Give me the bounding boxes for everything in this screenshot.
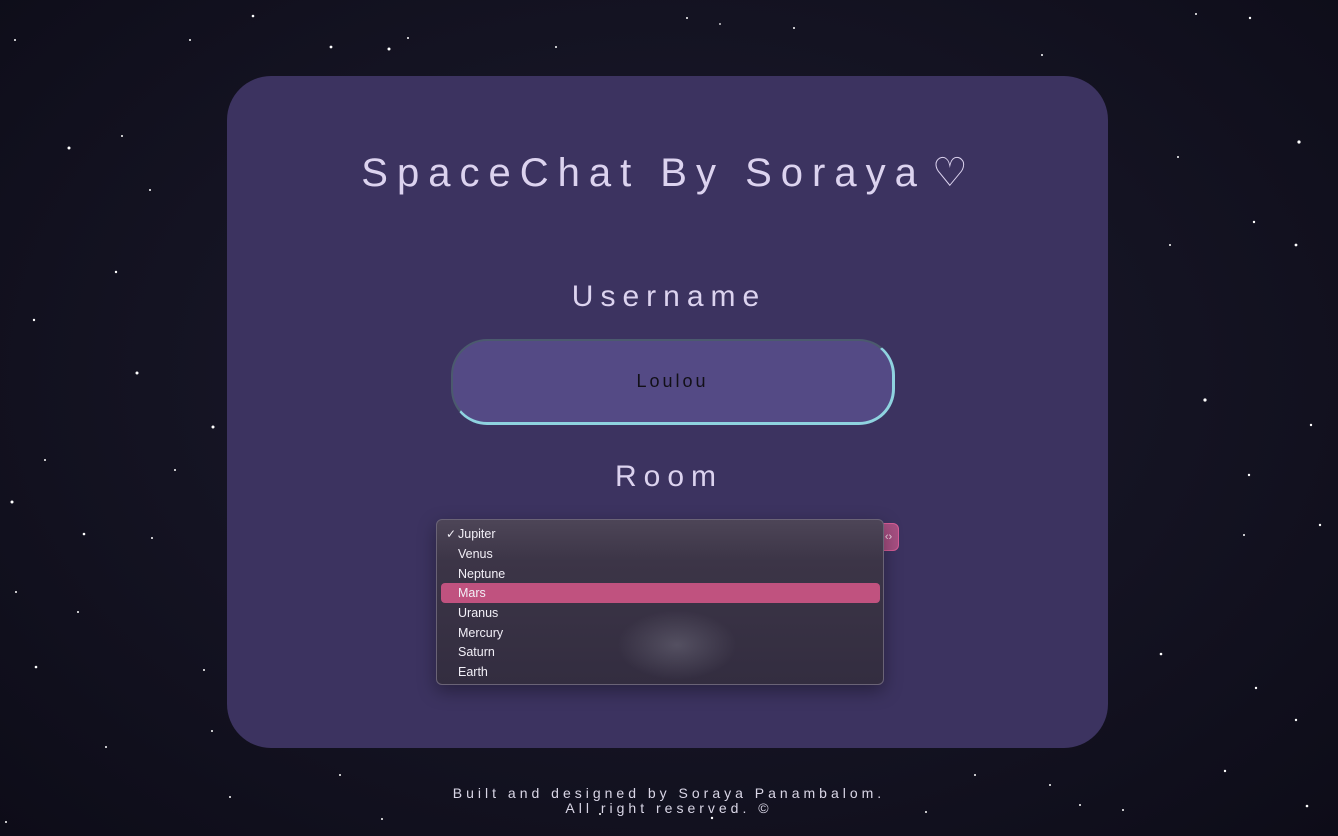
room-option-label: Uranus xyxy=(458,606,499,620)
room-option-label: Mars xyxy=(458,586,486,600)
room-option-label: Venus xyxy=(458,547,493,561)
room-option-neptune[interactable]: Neptune xyxy=(441,564,880,584)
checkmark-icon: ✓ xyxy=(446,527,457,541)
room-option-uranus[interactable]: Uranus xyxy=(441,603,880,623)
room-option-mercury[interactable]: Mercury xyxy=(441,623,880,643)
page-title: SpaceChat By Soraya ♡ xyxy=(0,150,1338,196)
footer-credit: Built and designed by Soraya Panambalom. xyxy=(452,785,886,801)
room-option-label: Earth xyxy=(458,665,488,679)
room-option-venus[interactable]: Venus xyxy=(441,544,880,564)
room-label: Room xyxy=(614,460,724,493)
room-option-label: Jupiter xyxy=(458,527,496,541)
room-dropdown-menu: ✓ Jupiter Venus Neptune Mars Uranus Mercu… xyxy=(436,519,884,685)
room-option-label: Mercury xyxy=(458,626,504,640)
room-option-saturn[interactable]: Saturn xyxy=(441,642,880,662)
room-option-jupiter[interactable]: ✓ Jupiter xyxy=(441,524,880,544)
username-label: Username xyxy=(571,280,767,313)
room-option-label: Neptune xyxy=(458,567,506,581)
footer-copyright: All right reserved. © xyxy=(565,800,773,816)
room-option-earth[interactable]: Earth xyxy=(441,662,880,682)
room-option-mars[interactable]: Mars xyxy=(441,583,880,603)
page-title-text: SpaceChat By Soraya xyxy=(361,151,926,195)
username-input[interactable]: Loulou xyxy=(451,339,895,425)
heart-outline-icon: ♡ xyxy=(931,151,977,195)
room-option-label: Saturn xyxy=(458,645,495,659)
